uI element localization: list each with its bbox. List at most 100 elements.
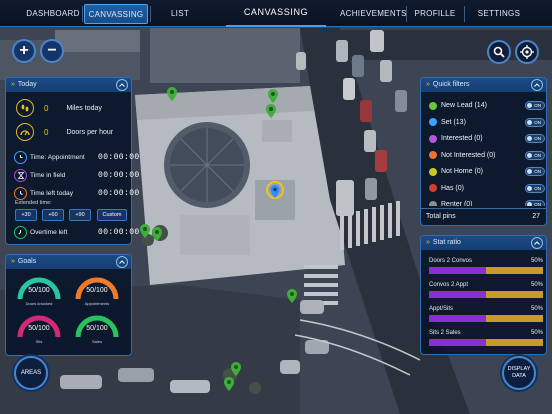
speedometer-icon [16, 123, 34, 141]
filter-row[interactable]: New Lead (14) ON [429, 98, 547, 113]
stat-ratio-percent: 50% [530, 330, 543, 336]
stat-ratio-bar-rest [486, 267, 543, 274]
minus-icon: − [47, 42, 57, 59]
filter-label: Not Home (0) [441, 168, 484, 175]
doors-per-hour-row: 0 Doors per hour [14, 123, 114, 141]
collapse-chevron-icon[interactable] [531, 79, 543, 91]
map-pin-new-lead[interactable] [268, 89, 278, 103]
filter-toggle[interactable]: ON [525, 200, 545, 206]
goal-value: 50/100 [86, 287, 108, 294]
quick-filters-panel: » Quick filters New Lead (14) ON Set (13) ON… [420, 77, 547, 226]
doors-label: Doors per hour [66, 128, 114, 136]
map-pin-new-lead[interactable] [224, 377, 234, 391]
filter-toggle[interactable]: ON [525, 134, 545, 143]
filter-list[interactable]: New Lead (14) ON Set (13) ON Interested (0) O… [421, 98, 548, 206]
quick-filters-header: » Quick filters [421, 78, 546, 92]
collapse-chevron-icon[interactable] [531, 237, 543, 249]
map-pin-new-lead[interactable] [167, 87, 177, 101]
filter-row[interactable]: Renter (0) ON [429, 197, 547, 206]
filter-row[interactable]: Has (0) ON [429, 181, 547, 196]
stat-ratio-label: Appt/Sits [429, 306, 454, 312]
map-pin-new-lead[interactable] [266, 104, 276, 118]
tab-list[interactable]: LIST [152, 4, 208, 24]
double-chevron-icon: » [11, 81, 15, 88]
stat-ratio-bar-fill [429, 339, 486, 346]
filter-row[interactable]: Not Home (0) ON [429, 164, 547, 179]
map-pin-new-lead[interactable] [140, 224, 150, 238]
map-pin-selected-set[interactable] [266, 181, 284, 207]
time-appointment-value: 00:00:00 [98, 152, 140, 162]
tab-dashboard[interactable]: DASHBOARD [26, 4, 80, 24]
display-data-button[interactable]: DISPLAY DATA [502, 356, 536, 390]
filter-row[interactable]: Set (13) ON [429, 115, 547, 130]
filter-label: Interested (0) [441, 135, 483, 142]
stat-ratio-percent: 50% [530, 306, 543, 312]
nav-divider [406, 6, 407, 22]
filter-toggle[interactable]: ON [525, 167, 545, 176]
extend-custom-button[interactable]: Custom [97, 209, 127, 221]
tab-profile[interactable]: PROFILLE [410, 4, 460, 24]
zoom-out-button[interactable]: − [40, 39, 64, 63]
stat-ratio-label: Sits 2 Sales [429, 330, 461, 336]
filter-toggle[interactable]: ON [525, 101, 545, 110]
status-color-dot [429, 151, 437, 159]
tab-achievements[interactable]: ACHIEVEMENTS [340, 4, 406, 24]
filter-row[interactable]: Not Interested (0) ON [429, 148, 547, 163]
map-pin-new-lead[interactable] [287, 289, 297, 303]
locate-button[interactable] [515, 40, 539, 64]
data-label: DATA [512, 373, 526, 379]
today-panel-header: » Today [6, 78, 131, 92]
tab-canvassing[interactable]: CANVASSING [84, 4, 148, 24]
toggle-knob [527, 202, 532, 206]
stat-ratio-row: Sits 2 Sales 50% [427, 330, 545, 352]
today-title: Today [17, 81, 37, 88]
filter-label: New Lead (14) [441, 102, 487, 109]
stat-ratio-bar-rest [486, 339, 543, 346]
extended-time-label: Extended time: [15, 200, 52, 206]
collapse-chevron-icon[interactable] [116, 79, 128, 91]
filter-toggle[interactable]: ON [525, 150, 545, 160]
search-button[interactable] [487, 40, 511, 64]
time-in-field-label: Time in field [30, 171, 66, 179]
goal-gauge: 50/100 Sales [74, 313, 120, 349]
extend-30-button[interactable]: +30 [15, 209, 37, 221]
goal-gauge: 50/100 Sits [16, 313, 62, 349]
goal-gauge: 50/100 Doors knocked [16, 275, 62, 311]
quick-filters-title: Quick filters [432, 81, 470, 88]
goals-title: Goals [17, 258, 37, 265]
stat-ratio-bar-rest [486, 315, 543, 322]
toggle-on-label: ON [534, 185, 541, 191]
stat-ratio-bar-rest [486, 291, 543, 298]
time-in-field-value: 00:00:00 [98, 170, 140, 180]
time-in-field-row: Time in field 00:00:00 [14, 167, 139, 183]
time-appointment-label: Time: Appointment [30, 153, 85, 161]
nav-divider [464, 6, 465, 22]
filter-toggle[interactable]: ON [525, 117, 545, 127]
tab-settings[interactable]: SETTINGS [472, 4, 526, 24]
time-left-today-row: Time left today 00:00:00 [14, 185, 139, 201]
toggle-on-label: ON [534, 152, 541, 158]
areas-button[interactable]: AREAS [14, 356, 48, 390]
goals-panel: » Goals 50/100 Doors knocked 50/100 Appointm… [5, 254, 132, 356]
goal-label: Doors knocked [25, 301, 53, 306]
stat-ratio-bar-fill [429, 267, 486, 274]
filter-row[interactable]: Interested (0) ON [429, 131, 547, 146]
map-pin-new-lead[interactable] [231, 362, 241, 376]
extend-90-button[interactable]: +90 [69, 209, 91, 221]
toggle-knob [527, 119, 532, 125]
filter-toggle[interactable]: ON [525, 183, 545, 193]
toggle-knob [527, 169, 532, 174]
filter-label: Not Interested (0) [441, 151, 496, 159]
stat-ratio-bar [429, 339, 543, 346]
plus-icon: + [19, 42, 29, 59]
toggle-knob [527, 136, 532, 141]
extend-60-button[interactable]: +60 [42, 209, 64, 221]
collapse-chevron-icon[interactable] [116, 256, 128, 268]
stat-ratio-bar [429, 291, 543, 298]
toggle-on-label: ON [534, 136, 541, 141]
map-pin-new-lead[interactable] [152, 227, 162, 241]
stat-ratio-row: Doors 2 Convos 50% [427, 258, 545, 280]
zoom-in-button[interactable]: + [12, 39, 36, 63]
hourglass-icon [14, 168, 27, 182]
status-color-dot [429, 118, 437, 126]
